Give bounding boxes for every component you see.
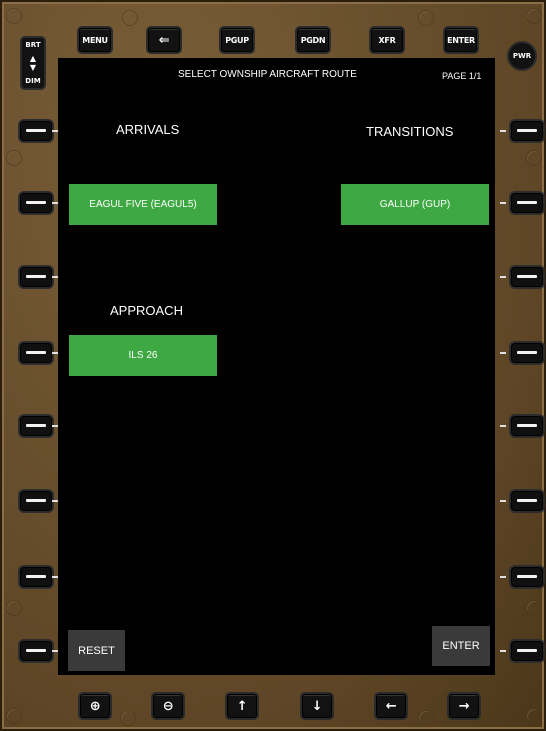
pgdn-key[interactable]: PGDN xyxy=(297,28,329,52)
arrow-left-icon[interactable]: ← xyxy=(376,694,406,718)
approach-select-button[interactable]: ILS 26 xyxy=(69,335,217,376)
lsk-right-8[interactable] xyxy=(511,641,543,661)
arrivals-label: ARRIVALS xyxy=(116,122,180,137)
lsk-right-3[interactable] xyxy=(511,267,543,287)
screw-icon xyxy=(418,710,434,726)
display-screen: SELECT OWNSHIP AIRCRAFT ROUTE PAGE 1/1 A… xyxy=(58,58,495,675)
screw-icon xyxy=(122,10,138,26)
brt-label: BRT xyxy=(25,41,41,49)
dim-label: DIM xyxy=(25,77,41,85)
lsk-tick xyxy=(500,130,506,132)
arrow-up-icon[interactable]: ↑ xyxy=(227,694,257,718)
lsk-right-4[interactable] xyxy=(511,343,543,363)
reset-button[interactable]: RESET xyxy=(68,630,125,671)
screw-icon xyxy=(6,150,22,166)
arrival-select-button[interactable]: EAGUL FIVE (EAGUL5) xyxy=(69,184,217,225)
lsk-left-6[interactable] xyxy=(20,491,52,511)
lsk-right-5[interactable] xyxy=(511,416,543,436)
lsk-tick xyxy=(500,202,506,204)
pgup-key[interactable]: PGUP xyxy=(221,28,253,52)
lsk-tick xyxy=(500,650,506,652)
lsk-tick xyxy=(500,500,506,502)
screw-icon xyxy=(6,8,22,24)
screw-icon xyxy=(526,8,542,24)
lsk-left-1[interactable] xyxy=(20,121,52,141)
lsk-right-1[interactable] xyxy=(511,121,543,141)
brightness-arrows-icon: ▲ ▼ xyxy=(29,54,37,72)
menu-key[interactable]: MENU xyxy=(79,28,111,52)
zoom-in-icon[interactable]: ⊕ xyxy=(80,694,110,718)
lsk-right-6[interactable] xyxy=(511,491,543,511)
enter-key[interactable]: ENTER xyxy=(445,28,477,52)
lsk-left-5[interactable] xyxy=(20,416,52,436)
xfr-key[interactable]: XFR xyxy=(371,28,403,52)
lsk-tick xyxy=(500,425,506,427)
back-key[interactable]: ⇐ xyxy=(148,28,180,52)
screw-icon xyxy=(6,600,22,616)
screw-icon xyxy=(526,600,542,616)
approach-label: APPROACH xyxy=(110,303,183,318)
brightness-rocker[interactable]: BRT ▲ ▼ DIM xyxy=(22,38,44,88)
screw-icon xyxy=(6,708,22,724)
arrow-down-icon[interactable]: ↓ xyxy=(302,694,332,718)
power-button[interactable]: PWR xyxy=(509,43,535,69)
screw-icon xyxy=(120,710,136,726)
lsk-left-3[interactable] xyxy=(20,267,52,287)
screw-icon xyxy=(418,10,434,26)
page-title: SELECT OWNSHIP AIRCRAFT ROUTE xyxy=(178,69,357,80)
lsk-tick xyxy=(500,352,506,354)
lsk-left-7[interactable] xyxy=(20,567,52,587)
lsk-tick xyxy=(500,276,506,278)
screw-icon xyxy=(526,150,542,166)
transitions-label: TRANSITIONS xyxy=(366,124,454,139)
page-indicator: PAGE 1/1 xyxy=(442,71,482,81)
lsk-left-4[interactable] xyxy=(20,343,52,363)
lsk-right-7[interactable] xyxy=(511,567,543,587)
zoom-out-icon[interactable]: ⊖ xyxy=(153,694,183,718)
screw-icon xyxy=(526,708,542,724)
lsk-left-2[interactable] xyxy=(20,193,52,213)
cdu-bezel: MENU ⇐ PGUP PGDN XFR ENTER BRT ▲ ▼ DIM PW… xyxy=(0,0,546,731)
transition-select-button[interactable]: GALLUP (GUP) xyxy=(341,184,489,225)
lsk-tick xyxy=(500,576,506,578)
arrow-right-icon[interactable]: → xyxy=(449,694,479,718)
screen-enter-button[interactable]: ENTER xyxy=(432,626,490,666)
lsk-left-8[interactable] xyxy=(20,641,52,661)
lsk-right-2[interactable] xyxy=(511,193,543,213)
